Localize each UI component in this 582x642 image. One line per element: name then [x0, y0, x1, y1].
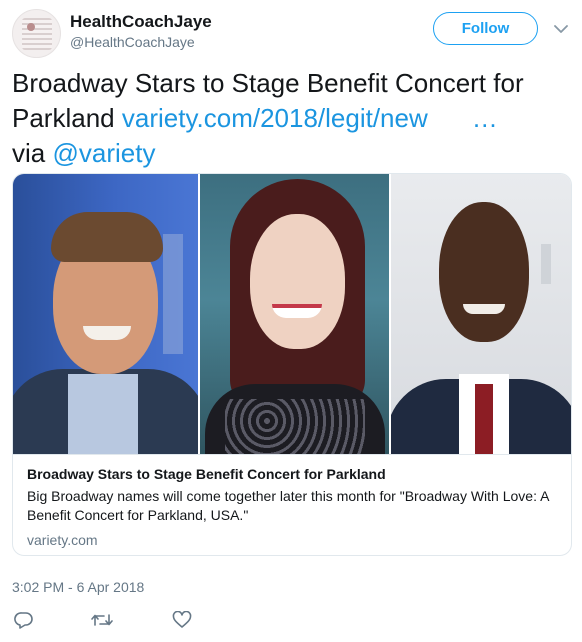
action-bar: [0, 608, 582, 632]
card-photo-left: [13, 174, 199, 454]
user-handle[interactable]: @HealthCoachJaye: [70, 34, 195, 50]
card-title: Broadway Stars to Stage Benefit Concert …: [27, 466, 386, 482]
reply-icon[interactable]: [12, 608, 36, 632]
display-name[interactable]: HealthCoachJaye: [70, 12, 212, 32]
card-image: [13, 174, 571, 454]
avatar[interactable]: [12, 9, 61, 58]
card-body: Broadway Stars to Stage Benefit Concert …: [13, 454, 571, 555]
tweet-text: Broadway Stars to Stage Benefit Concert …: [12, 66, 572, 171]
tweet: HealthCoachJaye @HealthCoachJaye Follow …: [0, 0, 582, 642]
avatar-detail: [27, 23, 35, 31]
card-description: Big Broadway names will come together la…: [27, 488, 549, 523]
link-ellipsis: …: [472, 101, 498, 136]
card-photo-right: [390, 174, 571, 454]
via-label: via: [12, 138, 46, 168]
link-card[interactable]: Broadway Stars to Stage Benefit Concert …: [12, 173, 572, 556]
card-photo-middle: [200, 174, 389, 454]
mention-link[interactable]: @variety: [52, 138, 155, 168]
heart-icon[interactable]: [170, 608, 194, 632]
card-domain: variety.com: [27, 532, 98, 548]
avatar-image: [22, 18, 52, 50]
tweet-timestamp[interactable]: 3:02 PM - 6 Apr 2018: [12, 579, 144, 595]
chevron-down-icon[interactable]: [552, 20, 570, 38]
link-ellipsis-text[interactable]: …: [472, 103, 498, 133]
follow-button[interactable]: Follow: [433, 12, 538, 45]
tweet-link[interactable]: variety.com/2018/legit/new: [122, 103, 428, 133]
retweet-icon[interactable]: [90, 608, 114, 632]
